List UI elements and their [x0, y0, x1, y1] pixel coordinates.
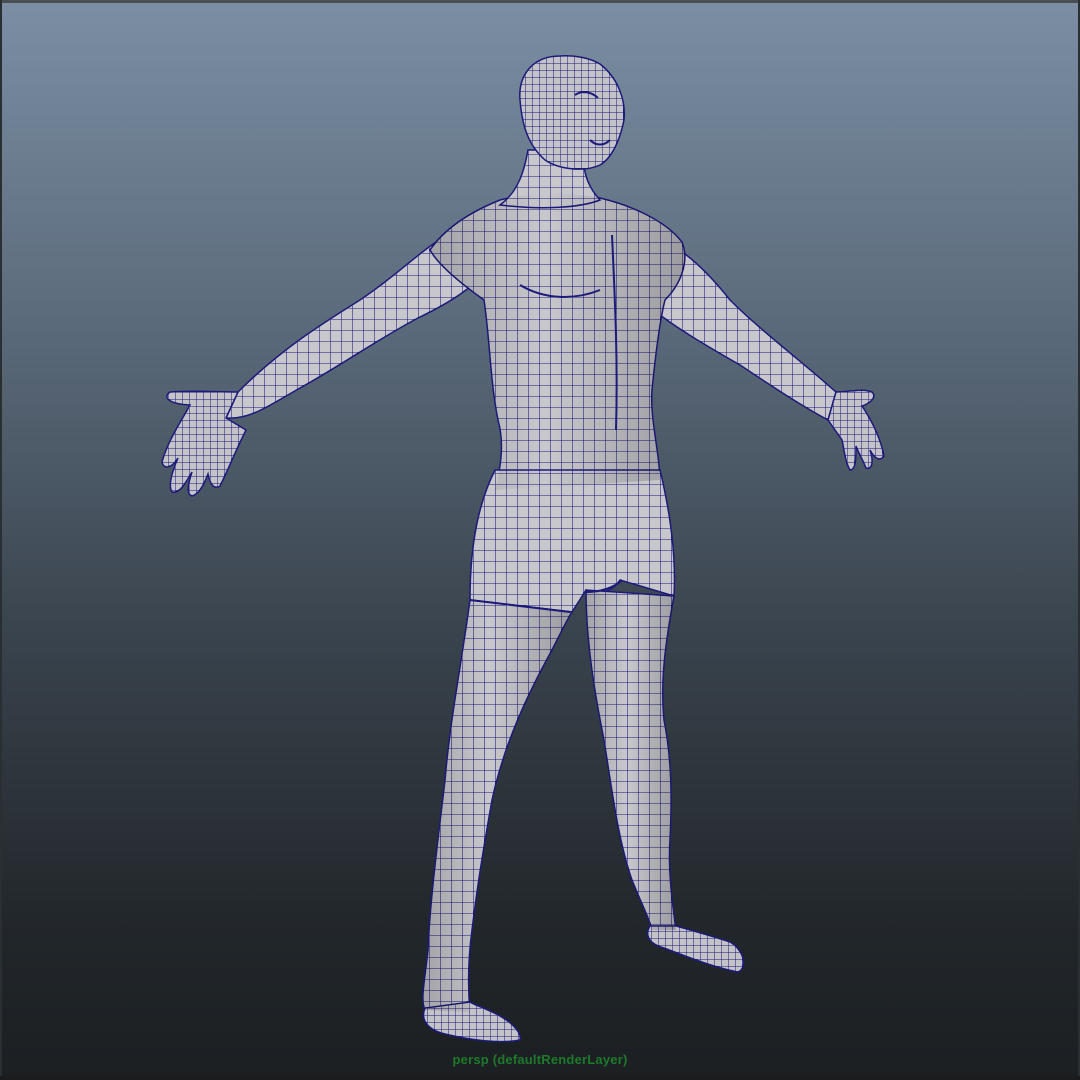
- viewport-bottom-border: [0, 1076, 1080, 1080]
- right-hand-mesh: [827, 389, 885, 471]
- pelvis-mesh: [469, 469, 676, 613]
- persp-viewport[interactable]: persp (defaultRenderLayer): [0, 0, 1080, 1080]
- camera-label: persp (defaultRenderLayer): [452, 1052, 628, 1067]
- human-body-mesh[interactable]: [0, 0, 1080, 1080]
- right-foot-mesh: [646, 925, 745, 973]
